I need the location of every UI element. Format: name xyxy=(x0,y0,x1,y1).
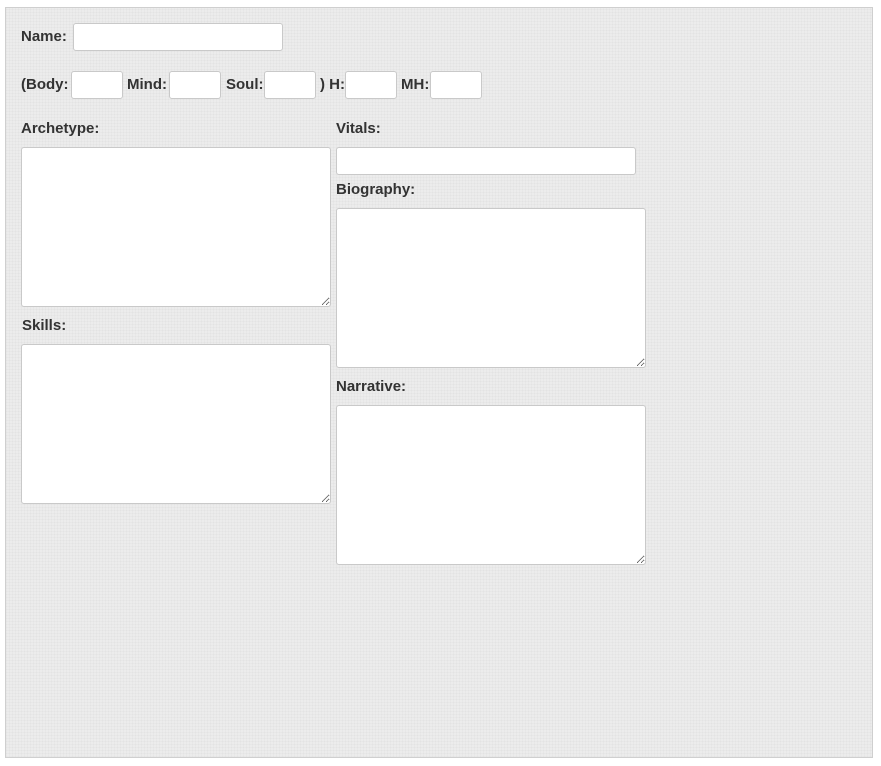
body-input[interactable] xyxy=(71,71,123,99)
skills-label: Skills: xyxy=(22,317,67,334)
narrative-textarea[interactable] xyxy=(336,405,646,565)
mind-input[interactable] xyxy=(169,71,221,99)
biography-textarea[interactable] xyxy=(336,208,646,368)
skills-textarea[interactable] xyxy=(21,344,331,504)
mh-label: MH: xyxy=(401,76,430,93)
vitals-input[interactable] xyxy=(336,147,636,175)
body-label: (Body: xyxy=(21,76,69,93)
mind-label: Mind: xyxy=(127,76,167,93)
archetype-label: Archetype: xyxy=(21,120,100,137)
biography-label: Biography: xyxy=(336,181,416,198)
soul-label: Soul: xyxy=(226,76,264,93)
mh-input[interactable] xyxy=(430,71,482,99)
soul-input[interactable] xyxy=(264,71,316,99)
vitals-label: Vitals: xyxy=(336,120,381,137)
archetype-textarea[interactable] xyxy=(21,147,331,307)
name-input[interactable] xyxy=(73,23,283,51)
name-label: Name: xyxy=(21,28,67,45)
h-input[interactable] xyxy=(345,71,397,99)
h-label: ) H: xyxy=(320,76,345,93)
narrative-label: Narrative: xyxy=(336,378,407,395)
character-sheet-panel: Name: (Body: Mind: Soul: ) H: MH: Archet… xyxy=(5,7,873,758)
